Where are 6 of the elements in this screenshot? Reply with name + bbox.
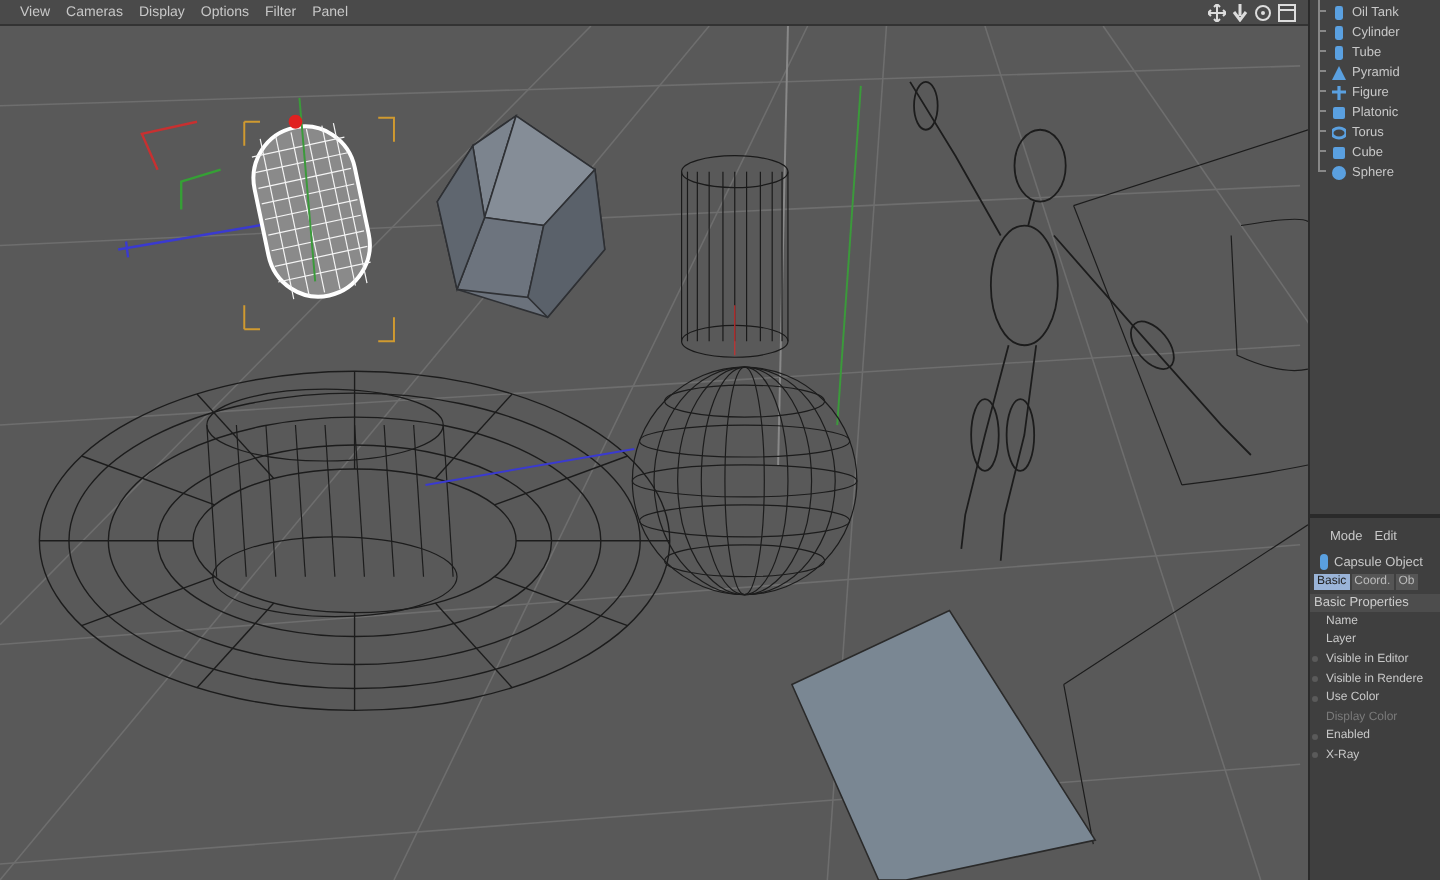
move-icon[interactable] — [1208, 3, 1226, 21]
capsule-icon — [1320, 554, 1328, 570]
down-arrow-icon[interactable] — [1232, 3, 1248, 21]
rotate-icon[interactable] — [1254, 3, 1272, 21]
object-icon — [1332, 85, 1346, 99]
window-icon[interactable] — [1278, 3, 1296, 21]
